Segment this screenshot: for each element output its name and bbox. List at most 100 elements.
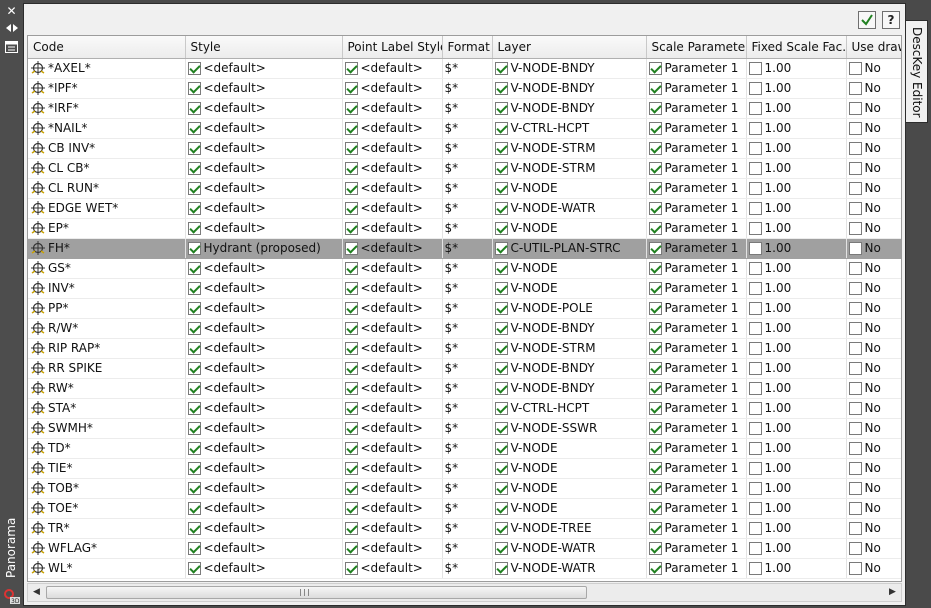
layer-checkbox[interactable] [494, 161, 508, 175]
label-style-checkbox[interactable] [344, 281, 358, 295]
table-row[interactable]: CL RUN* <default> <default> $* V-NODE Paramet… [28, 178, 901, 199]
table-row[interactable]: CB INV* <default> <default> $* V-NODE-STRM Pa… [28, 138, 901, 159]
scale-parameter-cell[interactable]: Parameter 1 [646, 378, 747, 399]
scale-parameter-checkbox[interactable] [648, 181, 662, 195]
column-header-format[interactable]: Format [442, 36, 493, 59]
layer-checkbox[interactable] [494, 521, 508, 535]
label-style-cell[interactable]: <default> [342, 318, 443, 339]
fixed-scale-cell[interactable]: 1.00 [746, 198, 847, 219]
label-style-checkbox[interactable] [344, 481, 358, 495]
label-style-checkbox[interactable] [344, 181, 358, 195]
table-row[interactable]: *IRF* <default> <default> $* V-NODE-BNDY Para… [28, 98, 901, 119]
fixed-scale-checkbox[interactable] [748, 481, 762, 495]
scale-parameter-cell[interactable]: Parameter 1 [646, 178, 747, 199]
fixed-scale-cell[interactable]: 1.00 [746, 498, 847, 519]
fixed-scale-checkbox[interactable] [748, 441, 762, 455]
fixed-scale-cell[interactable]: 1.00 [746, 398, 847, 419]
code-cell[interactable]: *AXEL* [28, 58, 186, 79]
label-style-checkbox[interactable] [344, 501, 358, 515]
style-cell[interactable]: <default> [185, 118, 343, 139]
layer-checkbox[interactable] [494, 141, 508, 155]
label-style-checkbox[interactable] [344, 121, 358, 135]
use-drawing-cell[interactable]: No [846, 478, 901, 499]
fixed-scale-checkbox[interactable] [748, 341, 762, 355]
table-row[interactable]: *NAIL* <default> <default> $* V-CTRL-HCPT Par… [28, 118, 901, 139]
layer-checkbox[interactable] [494, 421, 508, 435]
table-row[interactable]: TOE* <default> <default> $* V-NODE Parameter … [28, 498, 901, 519]
fixed-scale-cell[interactable]: 1.00 [746, 298, 847, 319]
scale-parameter-checkbox[interactable] [648, 561, 662, 575]
scale-parameter-cell[interactable]: Parameter 1 [646, 98, 747, 119]
label-style-checkbox[interactable] [344, 401, 358, 415]
fixed-scale-checkbox[interactable] [748, 121, 762, 135]
fixed-scale-checkbox[interactable] [748, 181, 762, 195]
layer-checkbox[interactable] [494, 101, 508, 115]
scale-parameter-checkbox[interactable] [648, 481, 662, 495]
code-cell[interactable]: WL* [28, 558, 186, 579]
scale-parameter-checkbox[interactable] [648, 221, 662, 235]
code-cell[interactable]: WFLAG* [28, 538, 186, 559]
scale-parameter-cell[interactable]: Parameter 1 [646, 558, 747, 579]
column-header-layer[interactable]: Layer [492, 36, 647, 59]
table-row[interactable]: *AXEL* <default> <default> $* V-NODE-BNDY Par… [28, 58, 901, 79]
use-drawing-checkbox[interactable] [848, 421, 862, 435]
layer-cell[interactable]: V-NODE [492, 458, 647, 479]
code-cell[interactable]: EP* [28, 218, 186, 239]
use-drawing-cell[interactable]: No [846, 118, 901, 139]
layer-checkbox[interactable] [494, 501, 508, 515]
scale-parameter-checkbox[interactable] [648, 401, 662, 415]
label-style-checkbox[interactable] [344, 261, 358, 275]
scale-parameter-cell[interactable]: Parameter 1 [646, 438, 747, 459]
scale-parameter-cell[interactable]: Parameter 1 [646, 258, 747, 279]
fixed-scale-cell[interactable]: 1.00 [746, 98, 847, 119]
label-style-cell[interactable]: <default> [342, 358, 443, 379]
scale-parameter-checkbox[interactable] [648, 381, 662, 395]
layer-cell[interactable]: V-CTRL-HCPT [492, 398, 647, 419]
use-drawing-cell[interactable]: No [846, 138, 901, 159]
format-cell[interactable]: $* [442, 518, 493, 539]
fixed-scale-cell[interactable]: 1.00 [746, 338, 847, 359]
layer-cell[interactable]: V-NODE-STRM [492, 158, 647, 179]
layer-cell[interactable]: V-NODE-WATR [492, 538, 647, 559]
scale-parameter-checkbox[interactable] [648, 61, 662, 75]
scale-parameter-cell[interactable]: Parameter 1 [646, 278, 747, 299]
layer-checkbox[interactable] [494, 561, 508, 575]
style-checkbox[interactable] [187, 361, 201, 375]
use-drawing-checkbox[interactable] [848, 481, 862, 495]
label-style-checkbox[interactable] [344, 221, 358, 235]
use-drawing-cell[interactable]: No [846, 98, 901, 119]
format-cell[interactable]: $* [442, 378, 493, 399]
scale-parameter-cell[interactable]: Parameter 1 [646, 478, 747, 499]
use-drawing-cell[interactable]: No [846, 158, 901, 179]
layer-checkbox[interactable] [494, 281, 508, 295]
fixed-scale-checkbox[interactable] [748, 421, 762, 435]
fixed-scale-checkbox[interactable] [748, 161, 762, 175]
code-cell[interactable]: TR* [28, 518, 186, 539]
use-drawing-checkbox[interactable] [848, 61, 862, 75]
format-cell[interactable]: $* [442, 178, 493, 199]
properties-icon[interactable] [4, 41, 19, 55]
scale-parameter-checkbox[interactable] [648, 441, 662, 455]
format-cell[interactable]: $* [442, 198, 493, 219]
horizontal-scrollbar[interactable]: ◀ ▶ [27, 583, 902, 602]
fixed-scale-cell[interactable]: 1.00 [746, 458, 847, 479]
label-style-cell[interactable]: <default> [342, 418, 443, 439]
checkmark-icon[interactable] [858, 11, 876, 29]
fixed-scale-cell[interactable]: 1.00 [746, 218, 847, 239]
table-row[interactable]: WFLAG* <default> <default> $* V-NODE-WATR Par… [28, 538, 901, 559]
code-cell[interactable]: EDGE WET* [28, 198, 186, 219]
use-drawing-checkbox[interactable] [848, 261, 862, 275]
column-header-style[interactable]: Style [185, 36, 343, 59]
label-style-cell[interactable]: <default> [342, 258, 443, 279]
layer-cell[interactable]: V-NODE-STRM [492, 338, 647, 359]
style-cell[interactable]: <default> [185, 278, 343, 299]
format-cell[interactable]: $* [442, 398, 493, 419]
use-drawing-checkbox[interactable] [848, 341, 862, 355]
use-drawing-cell[interactable]: No [846, 198, 901, 219]
use-drawing-checkbox[interactable] [848, 161, 862, 175]
style-checkbox[interactable] [187, 241, 201, 255]
label-style-checkbox[interactable] [344, 61, 358, 75]
column-header-code[interactable]: Code [28, 36, 186, 59]
code-cell[interactable]: INV* [28, 278, 186, 299]
code-cell[interactable]: *NAIL* [28, 118, 186, 139]
